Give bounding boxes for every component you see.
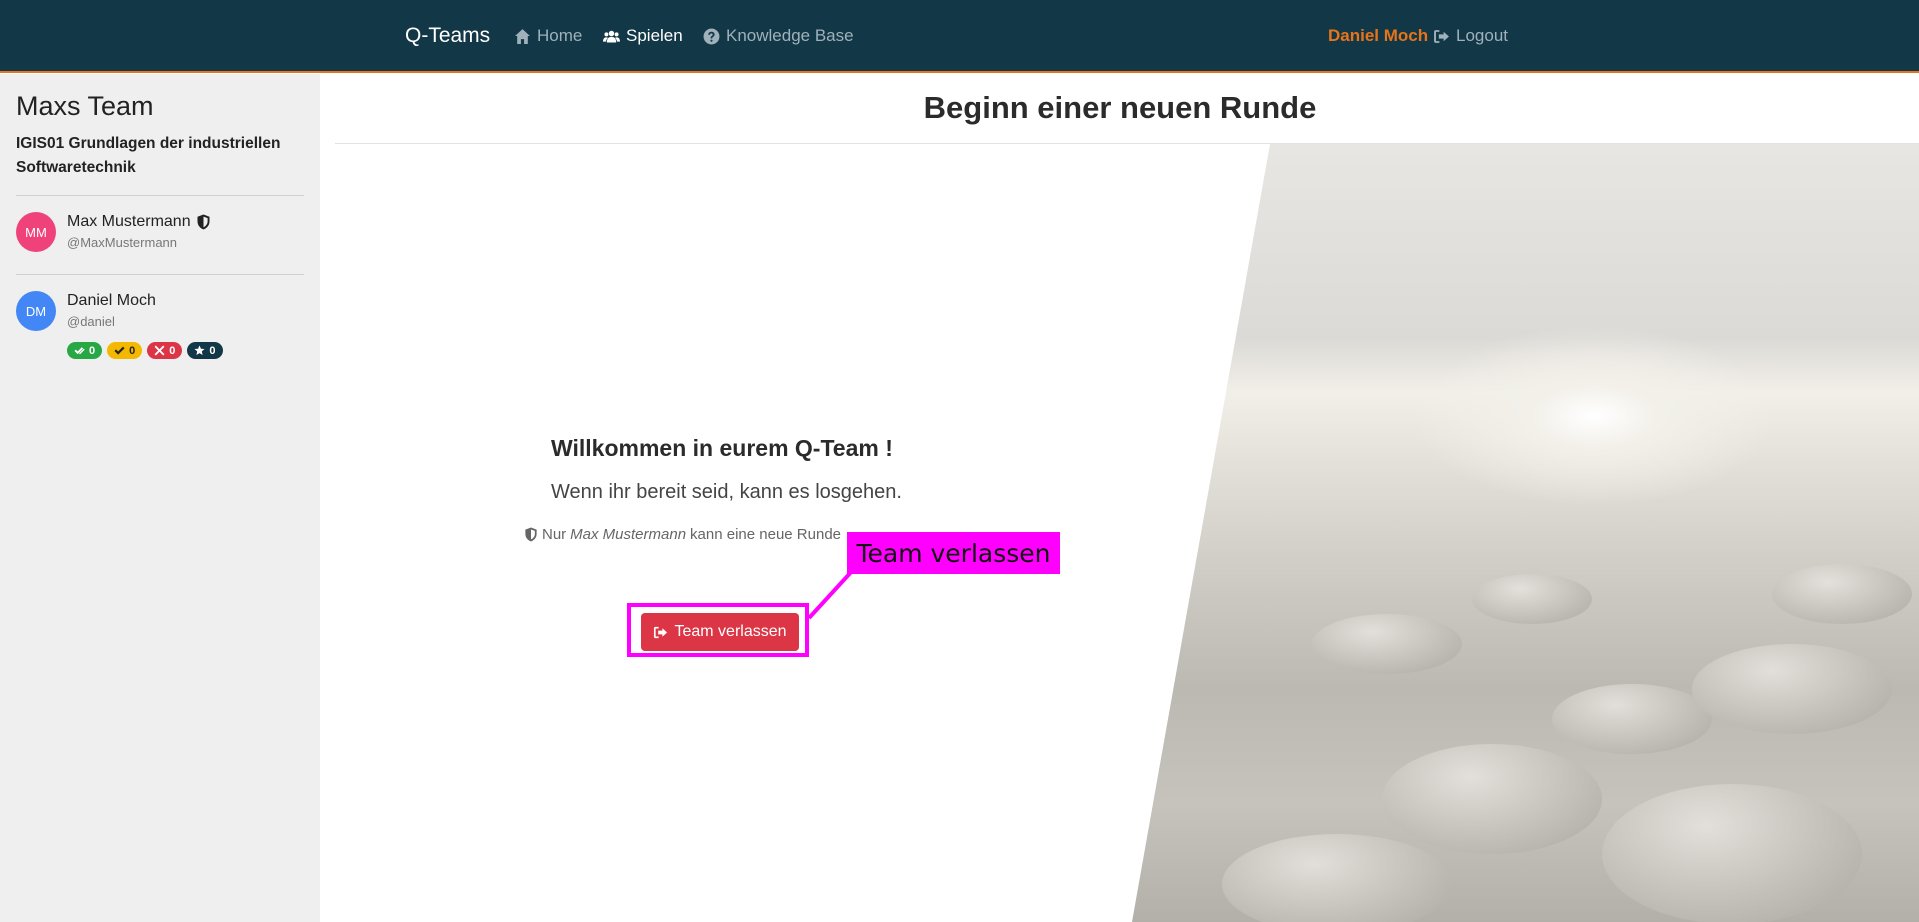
avatar: DM xyxy=(16,291,56,331)
times-icon xyxy=(154,345,165,356)
partial-badge: 0 xyxy=(107,342,143,359)
annotation-highlight-box xyxy=(627,603,809,657)
star-badge: 0 xyxy=(187,342,223,359)
nav-logout-link[interactable]: Logout xyxy=(1433,26,1508,46)
sidebar-divider xyxy=(16,274,304,275)
welcome-text: Wenn ihr bereit seid, kann es losgehen. xyxy=(551,481,902,503)
brand-link[interactable]: Q-Teams xyxy=(405,24,490,48)
question-circle-icon xyxy=(703,28,720,44)
member-item: MM Max Mustermann @MaxMustermann xyxy=(16,212,306,272)
avatar: MM xyxy=(16,212,56,252)
page-title: Beginn einer neuen Runde xyxy=(923,90,1317,125)
wrong-badge: 0 xyxy=(147,342,183,359)
member-name: Max Mustermann xyxy=(67,213,191,230)
correct-badge: 0 xyxy=(67,342,103,359)
top-navbar: Q-Teams Home Spielen Knowledge Base Dani… xyxy=(0,0,1919,73)
nav-spielen-link[interactable]: Spielen xyxy=(603,26,683,46)
nav-logout-label: Logout xyxy=(1456,26,1508,45)
hero-background-image xyxy=(1132,144,1919,922)
shield-icon xyxy=(197,214,210,230)
title-divider xyxy=(335,143,1919,144)
star-icon xyxy=(194,345,205,355)
sign-out-icon xyxy=(1434,29,1449,43)
check-double-icon xyxy=(74,347,85,355)
member-handle: @daniel xyxy=(67,314,115,329)
nav-knowledge-base-label: Knowledge Base xyxy=(726,26,854,45)
nav-home-label: Home xyxy=(537,26,583,45)
check-icon xyxy=(114,346,125,355)
home-icon xyxy=(515,28,530,44)
stats-badges: 0 0 0 0 xyxy=(67,342,223,359)
member-item: DM Daniel Moch @daniel 0 0 0 0 xyxy=(16,291,306,371)
course-title: IGIS01 Grundlagen der industriellen Soft… xyxy=(16,135,281,176)
leader-note: Nur Max Mustermann kann eine neue Runde xyxy=(524,526,841,543)
nav-home-link[interactable]: Home xyxy=(514,26,582,46)
leader-name: Max Mustermann xyxy=(570,526,687,543)
nav-knowledge-base-link[interactable]: Knowledge Base xyxy=(703,26,854,46)
welcome-heading: Willkommen in eurem Q-Team ! xyxy=(551,435,893,461)
nav-spielen-label: Spielen xyxy=(626,26,683,45)
member-handle: @MaxMustermann xyxy=(67,235,178,250)
shield-icon xyxy=(525,527,537,542)
team-sidebar: Maxs Team IGIS01 Grundlagen der industri… xyxy=(0,74,320,922)
sidebar-divider xyxy=(16,195,304,196)
team-name: Maxs Team xyxy=(16,91,154,121)
member-name: Daniel Moch xyxy=(67,292,156,309)
annotation-label: Team verlassen xyxy=(847,532,1060,574)
users-icon xyxy=(603,30,620,42)
nav-user-link[interactable]: Daniel Moch xyxy=(1328,26,1428,46)
